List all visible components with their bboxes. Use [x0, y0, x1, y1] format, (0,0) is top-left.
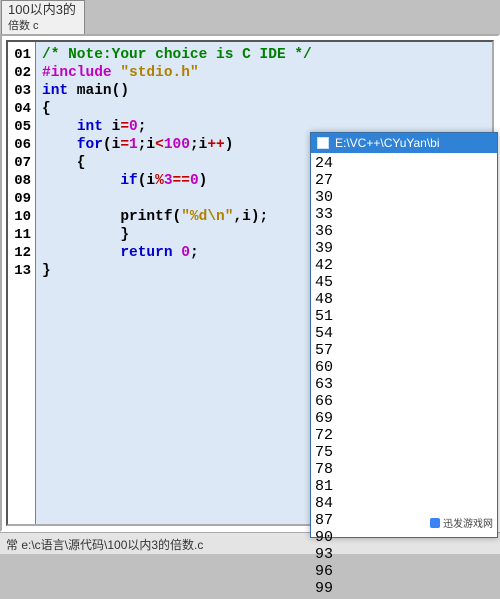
console-line: 93 — [315, 546, 493, 563]
console-line: 99 — [315, 580, 493, 597]
console-line: 96 — [315, 563, 493, 580]
watermark: 迅发游戏网 — [427, 515, 496, 530]
console-line: 42 — [315, 257, 493, 274]
line-number: 12 — [8, 244, 35, 262]
console-line: 81 — [315, 478, 493, 495]
line-number: 06 — [8, 136, 35, 154]
console-line: 69 — [315, 410, 493, 427]
status-text: 常 e:\c语言\源代码\100以内3的倍数.c — [6, 538, 203, 552]
console-line: 66 — [315, 393, 493, 410]
code-line[interactable]: /* Note:Your choice is C IDE */ — [42, 46, 492, 64]
code-line[interactable]: { — [42, 100, 492, 118]
watermark-icon — [430, 518, 440, 528]
console-window[interactable]: E:\VC++\CYuYan\bi 2427303336394245485154… — [310, 132, 498, 538]
console-title-text: E:\VC++\CYuYan\bi — [335, 136, 440, 150]
tab-label-line2: 倍数 c — [8, 18, 76, 34]
code-line[interactable]: #include "stdio.h" — [42, 64, 492, 82]
console-line: 27 — [315, 172, 493, 189]
line-number: 11 — [8, 226, 35, 244]
console-line: 75 — [315, 444, 493, 461]
line-number: 08 — [8, 172, 35, 190]
console-line: 36 — [315, 223, 493, 240]
code-line[interactable]: int main() — [42, 82, 492, 100]
console-titlebar[interactable]: E:\VC++\CYuYan\bi — [311, 133, 497, 153]
console-line: 24 — [315, 155, 493, 172]
line-number: 07 — [8, 154, 35, 172]
console-line: 48 — [315, 291, 493, 308]
line-number: 05 — [8, 118, 35, 136]
console-line: 33 — [315, 206, 493, 223]
console-line: 72 — [315, 427, 493, 444]
console-line: 57 — [315, 342, 493, 359]
console-line: 60 — [315, 359, 493, 376]
console-line: 90 — [315, 529, 493, 546]
console-line: 45 — [315, 274, 493, 291]
console-line: 51 — [315, 308, 493, 325]
console-line: 54 — [315, 325, 493, 342]
line-number: 13 — [8, 262, 35, 280]
line-number: 02 — [8, 64, 35, 82]
console-line: 78 — [315, 461, 493, 478]
watermark-text: 迅发游戏网 — [443, 515, 493, 530]
line-number: 01 — [8, 46, 35, 64]
console-line: 30 — [315, 189, 493, 206]
console-output: 2427303336394245485154576063666972757881… — [311, 153, 497, 599]
console-line: 63 — [315, 376, 493, 393]
tab-label-line1: 100以内3的 — [8, 2, 76, 18]
line-number-gutter: 01020304050607080910111213 — [8, 42, 36, 524]
file-tab[interactable]: 100以内3的 倍数 c — [1, 0, 85, 34]
console-icon — [317, 137, 329, 149]
line-number: 03 — [8, 82, 35, 100]
line-number: 09 — [8, 190, 35, 208]
console-line: 39 — [315, 240, 493, 257]
line-number: 10 — [8, 208, 35, 226]
console-line: 84 — [315, 495, 493, 512]
line-number: 04 — [8, 100, 35, 118]
